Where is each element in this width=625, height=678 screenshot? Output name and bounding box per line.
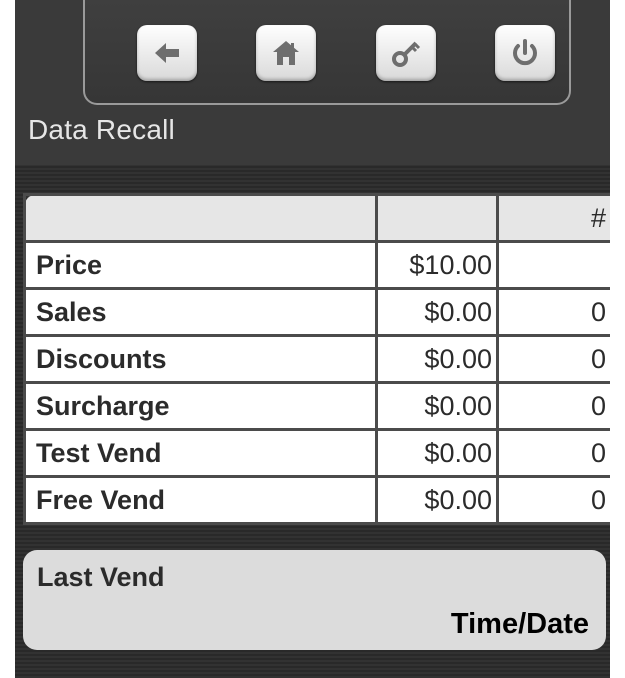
row-count: 0 [496, 475, 610, 525]
table-row-surcharge: Surcharge $0.00 0 [23, 381, 610, 431]
page-title: Data Recall [28, 114, 175, 145]
row-label: Discounts [23, 334, 378, 384]
row-count [496, 240, 610, 290]
data-recall-table: # Price $10.00 Sales $0.00 0 Discounts $… [23, 193, 610, 546]
key-button[interactable] [376, 25, 436, 81]
back-button[interactable] [137, 25, 197, 81]
row-amount: $0.00 [375, 287, 499, 337]
row-label: Free Vend [23, 475, 378, 525]
row-count: 0 [496, 334, 610, 384]
row-count: 0 [496, 428, 610, 478]
toolbar [83, 0, 571, 105]
row-count: 0 [496, 287, 610, 337]
table-row-test-vend: Test Vend $0.00 0 [23, 428, 610, 478]
header-cell-label [23, 193, 378, 243]
row-amount: $0.00 [375, 475, 499, 525]
row-label: Price [23, 240, 378, 290]
row-label: Test Vend [23, 428, 378, 478]
table-header-row: # [23, 193, 610, 243]
last-vend-time-date: Time/Date [450, 608, 589, 640]
last-vend-label: Last Vend [37, 562, 165, 592]
row-label: Surcharge [23, 381, 378, 431]
table-row-price: Price $10.00 [23, 240, 610, 290]
last-vend-panel: Last Vend Time/Date [23, 550, 606, 650]
row-amount: $0.00 [375, 428, 499, 478]
table-row-discounts: Discounts $0.00 0 [23, 334, 610, 384]
arrow-left-icon [155, 43, 179, 63]
key-icon [392, 41, 421, 67]
data-recall-screen: Data Recall # Price $10.00 Sales $0.00 0 [15, 0, 610, 678]
row-label: Sales [23, 287, 378, 337]
header-cell-amount [375, 193, 499, 243]
power-icon [513, 39, 537, 66]
table-row-sales: Sales $0.00 0 [23, 287, 610, 337]
house-icon [273, 41, 299, 65]
row-amount: $0.00 [375, 334, 499, 384]
power-button[interactable] [495, 25, 555, 81]
home-button[interactable] [256, 25, 316, 81]
table-row-free-vend: Free Vend $0.00 0 [23, 475, 610, 525]
header-cell-count: # [496, 193, 610, 243]
row-count: 0 [496, 381, 610, 431]
row-amount: $10.00 [375, 240, 499, 290]
row-amount: $0.00 [375, 381, 499, 431]
